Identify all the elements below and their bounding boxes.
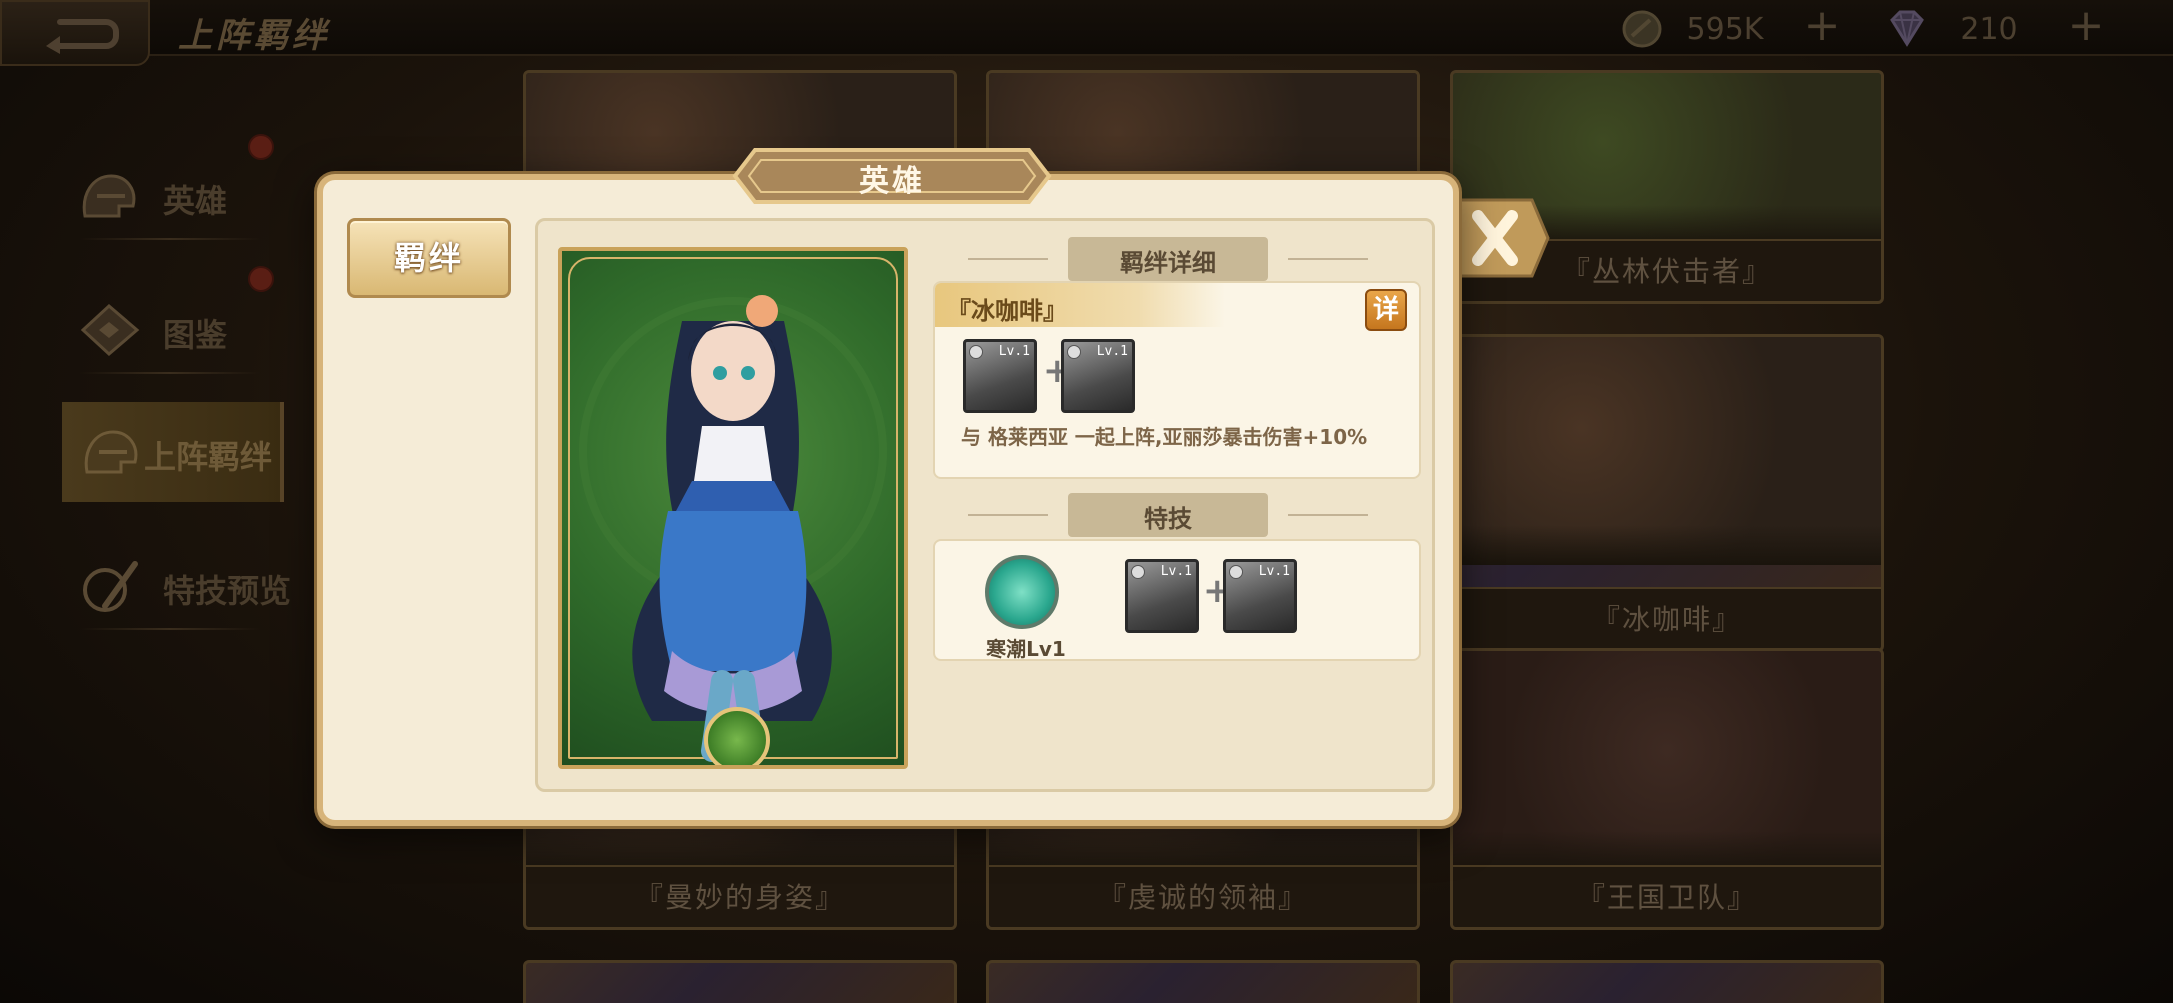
bond-card[interactable]: 『冰咖啡』 — [1450, 334, 1884, 652]
card-caption: 『曼妙的身姿』 — [526, 865, 954, 927]
bond-section-title: 羁绊详细 — [1120, 249, 1216, 277]
section-pill: 特技 — [1068, 493, 1268, 537]
sidebar-item-bonds[interactable]: 上阵羁绊 — [62, 402, 284, 502]
divider — [968, 514, 1048, 516]
skill-section-header: 特技 — [968, 493, 1388, 537]
hero-thumb-alisa[interactable]: Lv.1 — [963, 339, 1037, 413]
back-arrow-icon — [46, 19, 119, 54]
sidebar-item-label: 上阵羁绊 — [144, 438, 273, 476]
cold-tide-skill-icon[interactable] — [985, 555, 1059, 629]
book-icon — [80, 303, 140, 357]
detail-button[interactable]: 详 — [1365, 289, 1407, 331]
content-panel: 羁绊详细 『冰咖啡』 详 Lv.1 + Lv.1 与 格莱西亚 一起上阵,亚丽莎… — [535, 218, 1435, 792]
game-screen: 上阵羁绊 595K + 210 + 英雄 图鉴 上阵羁绊 特技预览 『丛林伏击者… — [0, 0, 2173, 1003]
hero-portrait — [558, 247, 908, 769]
rank-icon — [1131, 565, 1145, 579]
hero-illustration — [579, 295, 887, 762]
coin-value: 595K — [1686, 12, 1764, 47]
hero-thumb-gracia[interactable]: Lv.1 — [1061, 339, 1135, 413]
hero-level: Lv.1 — [1160, 564, 1192, 579]
hero-level: Lv.1 — [998, 344, 1030, 359]
divider — [968, 258, 1048, 260]
bond-section-header: 羁绊详细 — [968, 237, 1388, 281]
sidebar-item-label: 图鉴 — [163, 316, 228, 354]
quill-icon — [83, 561, 138, 612]
coin-counter: 595K + — [1620, 4, 1842, 48]
skill-section-title: 特技 — [1144, 505, 1192, 533]
gem-counter: 210 + — [1884, 4, 2106, 48]
bond-card[interactable] — [523, 960, 957, 1003]
bond-description: 与 格莱西亚 一起上阵,亚丽莎暴击伤害+10% — [961, 425, 1368, 449]
add-gems-button[interactable]: + — [2066, 4, 2106, 48]
top-bar: 上阵羁绊 595K + 210 + — [0, 0, 2173, 66]
add-coins-button[interactable]: + — [1802, 4, 1842, 48]
bond-card[interactable]: 『王国卫队』 — [1450, 648, 1884, 930]
dialog-title: 英雄 — [731, 146, 1053, 206]
helmet-icon — [82, 174, 136, 218]
helmet-icon — [84, 430, 138, 474]
skill-name: 寒潮Lv1 — [986, 637, 1066, 661]
sidebar-item-heroes[interactable]: 英雄 — [60, 146, 260, 246]
dialog-title-text: 英雄 — [859, 164, 925, 199]
skill-box: 寒潮Lv1 Lv.1 + Lv.1 — [933, 539, 1421, 661]
tab-bonds[interactable]: 羁绊 — [347, 218, 511, 298]
page-title: 上阵羁绊 — [178, 16, 330, 56]
gem-value: 210 — [1960, 12, 2018, 47]
hero-thumb-alisa[interactable]: Lv.1 — [1125, 559, 1199, 633]
card-caption: 『王国卫队』 — [1453, 865, 1881, 927]
rank-icon — [1229, 565, 1243, 579]
coin-icon — [1622, 10, 1662, 48]
divider — [1288, 258, 1368, 260]
gem-icon — [1890, 10, 1924, 47]
divider — [1288, 514, 1368, 516]
bond-card[interactable] — [1450, 960, 1884, 1003]
rank-icon — [1067, 345, 1081, 359]
divider — [80, 372, 260, 374]
divider — [80, 238, 260, 240]
sidebar-item-label: 特技预览 — [163, 572, 292, 610]
element-emblem-icon — [704, 707, 770, 765]
card-art — [1453, 651, 1881, 871]
bond-card[interactable] — [986, 960, 1420, 1003]
section-pill: 羁绊详细 — [1068, 237, 1268, 281]
bond-name: 『冰咖啡』 — [947, 297, 1067, 325]
hero-bond-dialog: 英雄 羁绊 羁绊详细 『冰咖啡』 详 Lv.1 + Lv.1 与 格莱西亚 一起… — [317, 148, 1459, 826]
hero-level: Lv.1 — [1258, 564, 1290, 579]
notification-dot — [248, 134, 274, 160]
divider — [80, 628, 260, 630]
card-caption: 『虔诚的领袖』 — [989, 865, 1417, 927]
tab-bonds-label: 羁绊 — [393, 239, 464, 277]
rank-icon — [969, 345, 983, 359]
sidebar-item-skills[interactable]: 特技预览 — [60, 536, 291, 636]
notification-dot — [248, 266, 274, 292]
card-caption: 『冰咖啡』 — [1453, 587, 1881, 649]
card-art — [1453, 337, 1881, 565]
sidebar-item-label: 英雄 — [163, 182, 228, 220]
bond-detail-box: 『冰咖啡』 详 Lv.1 + Lv.1 与 格莱西亚 一起上阵,亚丽莎暴击伤害+… — [933, 281, 1421, 479]
hero-thumb-gracia[interactable]: Lv.1 — [1223, 559, 1297, 633]
sidebar: 英雄 图鉴 上阵羁绊 特技预览 — [0, 56, 291, 1003]
sidebar-item-codex[interactable]: 图鉴 — [60, 280, 260, 380]
hero-level: Lv.1 — [1096, 344, 1128, 359]
